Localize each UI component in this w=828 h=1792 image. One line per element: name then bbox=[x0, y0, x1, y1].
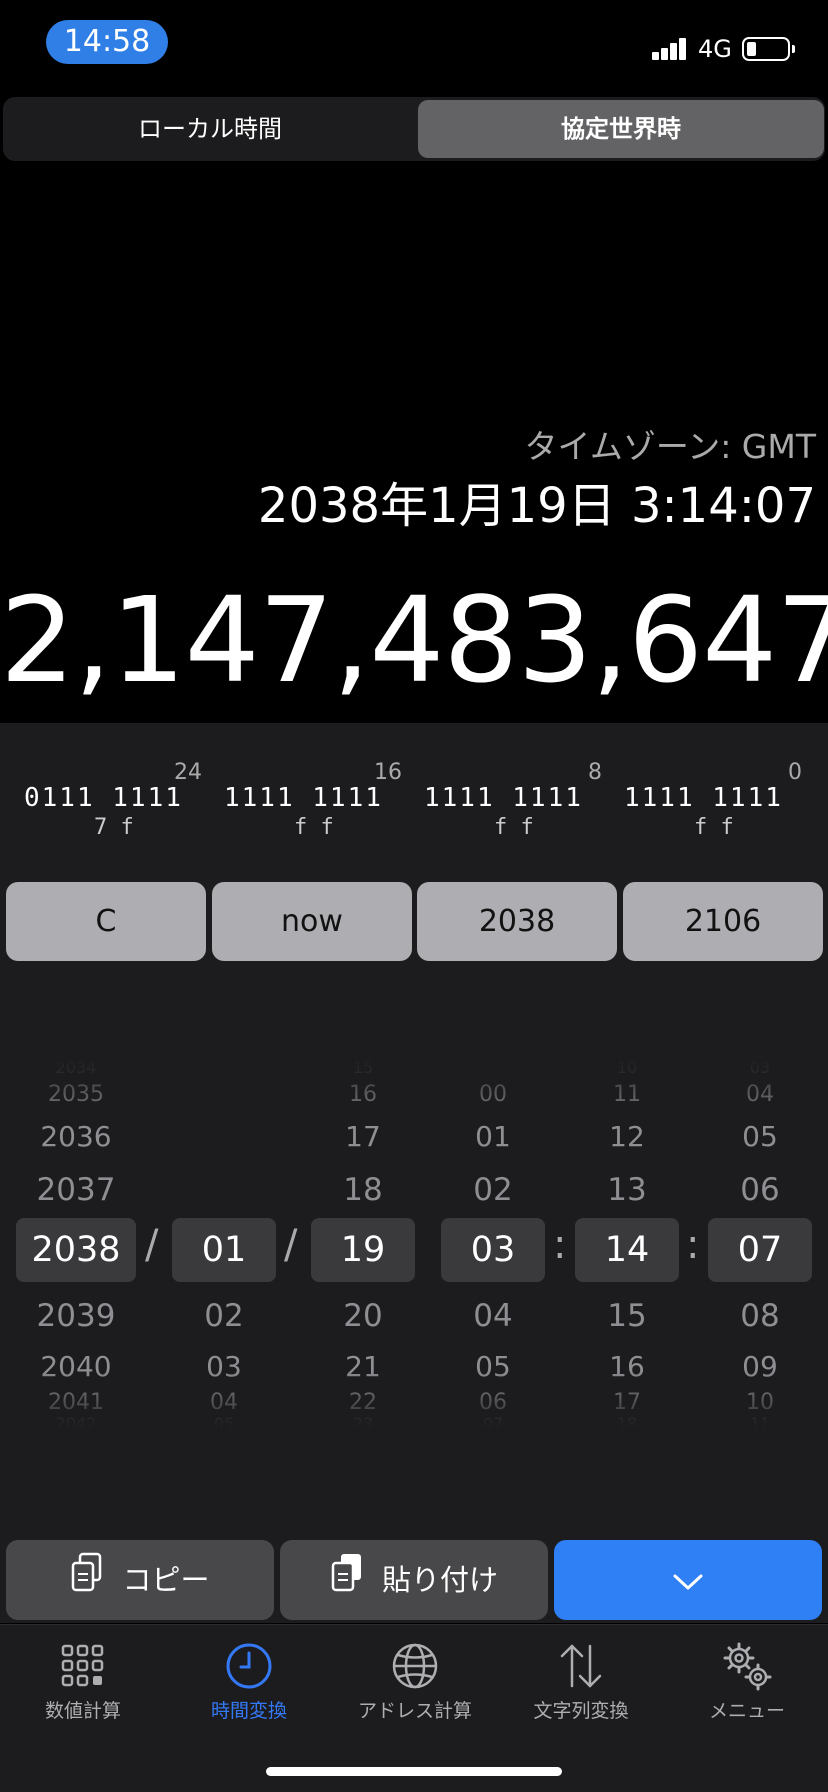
hex-digits-1: 7 f bbox=[94, 815, 134, 840]
selected-second[interactable]: 07 bbox=[708, 1218, 812, 1282]
tab-label: 時間変換 bbox=[210, 1700, 287, 1722]
day-option[interactable]: 18 bbox=[311, 1172, 415, 1208]
segment-utc[interactable]: 協定世界時 bbox=[418, 100, 824, 158]
copy-label: コピー bbox=[122, 1563, 210, 1597]
bit-position-24: 24 bbox=[174, 760, 202, 785]
date-separator-1: / bbox=[145, 1222, 159, 1268]
battery-icon bbox=[742, 37, 795, 61]
datetime-label: 2038年1月19日 3:14:07 bbox=[257, 478, 816, 534]
timezone-segmented-control: ローカル時間 協定世界時 bbox=[3, 97, 825, 161]
copy-button[interactable]: コピー bbox=[6, 1540, 274, 1620]
tab-label: 数値計算 bbox=[44, 1700, 121, 1722]
bit-position-8: 8 bbox=[588, 760, 602, 785]
hex-digits-2: f f bbox=[294, 815, 334, 840]
tab-number-calc[interactable]: 数値計算 bbox=[0, 1640, 166, 1723]
bit-group-4[interactable]: 1111 1111 bbox=[624, 783, 783, 813]
time-separator-1: : bbox=[553, 1222, 567, 1268]
second-option[interactable]: 08 bbox=[708, 1298, 812, 1334]
copy-icon bbox=[70, 1542, 104, 1622]
time-separator-2: : bbox=[686, 1222, 700, 1268]
tab-address-calc[interactable]: アドレス計算 bbox=[332, 1640, 498, 1723]
gears-icon bbox=[721, 1640, 773, 1692]
chevron-down-icon bbox=[672, 1542, 704, 1622]
paste-label: 貼り付け bbox=[381, 1563, 498, 1597]
unix-timestamp-value[interactable]: 2,147,483,647 bbox=[0, 565, 828, 715]
signal-icon bbox=[652, 36, 688, 60]
paste-icon bbox=[330, 1542, 364, 1622]
month-option[interactable]: 02 bbox=[172, 1298, 276, 1334]
globe-icon bbox=[389, 1640, 441, 1692]
bit-group-2[interactable]: 1111 1111 bbox=[224, 783, 383, 813]
now-button[interactable]: now bbox=[212, 882, 412, 961]
collapse-button[interactable] bbox=[554, 1540, 822, 1620]
minute-option[interactable]: 15 bbox=[575, 1298, 679, 1334]
home-indicator bbox=[266, 1767, 562, 1776]
segment-local-time[interactable]: ローカル時間 bbox=[7, 100, 413, 158]
date-separator-2: / bbox=[284, 1222, 298, 1268]
picker-fade-top bbox=[0, 1056, 828, 1126]
arrows-updown-icon bbox=[555, 1640, 607, 1692]
day-option[interactable]: 20 bbox=[311, 1298, 415, 1334]
selected-year[interactable]: 2038 bbox=[16, 1218, 136, 1282]
year-option[interactable]: 2039 bbox=[16, 1298, 136, 1334]
year-2038-button[interactable]: 2038 bbox=[417, 882, 617, 961]
tab-label: アドレス計算 bbox=[357, 1700, 472, 1722]
picker-fade-bottom bbox=[0, 1370, 828, 1430]
hour-option[interactable]: 02 bbox=[441, 1172, 545, 1208]
tab-time-convert[interactable]: 時間変換 bbox=[166, 1640, 332, 1723]
bit-position-0: 0 bbox=[788, 760, 802, 785]
tab-label: 文字列変換 bbox=[533, 1700, 629, 1722]
hex-digits-3: f f bbox=[494, 815, 534, 840]
timezone-label: タイムゾーン: GMT bbox=[524, 427, 817, 466]
network-type: 4G bbox=[698, 35, 732, 63]
hex-digits-4: f f bbox=[694, 815, 734, 840]
keypad-icon bbox=[57, 1640, 109, 1692]
clear-button[interactable]: C bbox=[6, 882, 206, 961]
second-option[interactable]: 06 bbox=[708, 1172, 812, 1208]
selected-day[interactable]: 19 bbox=[311, 1218, 415, 1282]
bit-position-16: 16 bbox=[374, 760, 402, 785]
hour-option[interactable]: 04 bbox=[441, 1298, 545, 1334]
status-bar: 14:58 4G bbox=[0, 0, 828, 90]
bit-group-1[interactable]: 0111 1111 bbox=[24, 783, 183, 813]
year-option[interactable]: 2037 bbox=[16, 1172, 136, 1208]
tab-string-convert[interactable]: 文字列変換 bbox=[498, 1640, 664, 1723]
selected-minute[interactable]: 14 bbox=[575, 1218, 679, 1282]
status-time: 14:58 bbox=[46, 20, 168, 64]
bit-group-3[interactable]: 1111 1111 bbox=[424, 783, 583, 813]
tab-menu[interactable]: メニュー bbox=[664, 1640, 828, 1723]
clock-icon bbox=[223, 1640, 275, 1692]
paste-button[interactable]: 貼り付け bbox=[280, 1540, 548, 1620]
minute-option[interactable]: 13 bbox=[575, 1172, 679, 1208]
year-2106-button[interactable]: 2106 bbox=[623, 882, 823, 961]
tab-label: メニュー bbox=[708, 1700, 785, 1722]
selected-hour[interactable]: 03 bbox=[441, 1218, 545, 1282]
selected-month[interactable]: 01 bbox=[172, 1218, 276, 1282]
